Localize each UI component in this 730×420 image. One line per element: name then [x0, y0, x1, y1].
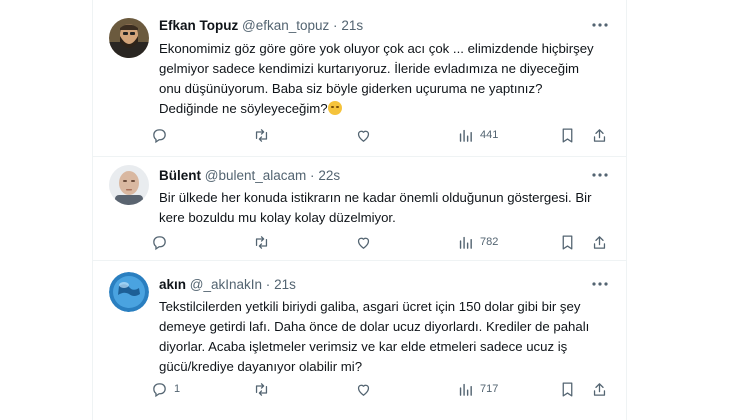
user-handle[interactable]: @bulent_alacam [205, 168, 307, 183]
reply-count: 1 [174, 383, 181, 395]
tweet-actions: 782 [151, 231, 616, 253]
tweet-text-line: demeye getirdi lafı. Daha önce de dolar … [159, 319, 590, 334]
share-button[interactable] [591, 124, 608, 146]
like-icon [357, 237, 370, 249]
like-button[interactable] [355, 378, 372, 400]
like-icon [357, 130, 370, 142]
bookmark-button[interactable] [559, 231, 576, 253]
retweet-button[interactable] [253, 378, 270, 400]
reply-button[interactable] [151, 231, 168, 253]
views-icon [459, 383, 472, 396]
more-icon[interactable] [590, 275, 610, 293]
retweet-icon [255, 382, 268, 396]
views-icon [459, 129, 472, 142]
separator: · [333, 18, 338, 33]
retweet-icon [255, 235, 268, 249]
globe-avatar-icon [109, 272, 149, 312]
tweet-text-line: kere bozuldu mu kolay kolay düzelmiyor. [159, 210, 396, 225]
share-icon [593, 235, 606, 249]
bookmark-button[interactable] [559, 378, 576, 400]
retweet-button[interactable] [253, 231, 270, 253]
tweet-text: Bir ülkede her konuda istikrarın ne kada… [159, 188, 604, 228]
timestamp[interactable]: 21s [341, 18, 363, 33]
reply-button[interactable]: 1 [151, 378, 180, 400]
bookmark-icon [562, 381, 573, 397]
avatar[interactable] [109, 165, 149, 205]
retweet-icon [255, 128, 268, 142]
user-handle[interactable]: @efkan_topuz [242, 18, 329, 33]
reply-button[interactable] [151, 124, 168, 146]
avatar[interactable] [109, 272, 149, 312]
bald-man-avatar-icon [109, 165, 149, 205]
tweet-text-line: gücü/krediye dayanıyor olabilir mi? [159, 359, 363, 374]
views-button[interactable]: 441 [457, 124, 498, 146]
reply-icon [153, 128, 166, 143]
display-name[interactable]: Bülent [159, 168, 201, 183]
tweet-bulent[interactable]: Bülent @bulent_alacam · 22s Bir ülkede h… [93, 157, 626, 261]
separator: · [265, 277, 271, 292]
timestamp[interactable]: 21s [274, 277, 296, 292]
views-count: 441 [480, 129, 499, 141]
tweet-text-line: gelmiyor sadece kendimizi kurtarıyoruz. … [159, 61, 579, 76]
like-icon [357, 384, 370, 396]
avatar[interactable] [109, 18, 149, 58]
pensive-face-emoji-icon [327, 101, 342, 115]
views-icon [459, 236, 472, 249]
bookmark-icon [562, 234, 573, 250]
tweet-header: Bülent @bulent_alacam · 22s [159, 167, 340, 185]
tweet-text-line: onu düşünüyorum. Baba siz böyle giderken… [159, 81, 543, 96]
bookmark-button[interactable] [559, 124, 576, 146]
share-button[interactable] [591, 231, 608, 253]
more-icon[interactable] [590, 166, 610, 184]
views-button[interactable]: 717 [457, 378, 498, 400]
display-name[interactable]: akın [159, 277, 186, 292]
display-name[interactable]: Efkan Topuz [159, 18, 238, 33]
share-icon [593, 382, 606, 396]
tweet-actions: 1 717 [151, 378, 616, 400]
user-handle[interactable]: @_akInakIn [190, 277, 262, 292]
separator: · [310, 168, 315, 183]
tweet-text-line: Dediğinde ne söyleyeceğim? [159, 101, 328, 116]
views-count: 782 [480, 236, 499, 248]
bearded-man-avatar-icon [109, 18, 149, 58]
bookmark-icon [562, 127, 573, 143]
tweet-text-line: Tekstilcilerden yetkili biriydi galiba, … [159, 299, 581, 314]
tweet-header: akın @_akInakIn · 21s [159, 276, 296, 294]
tweet-text-line: Bir ülkede her konuda istikrarın ne kada… [159, 190, 592, 205]
tweet-text: Tekstilcilerden yetkili biriydi galiba, … [159, 297, 604, 377]
tweet-header: Efkan Topuz @efkan_topuz · 21s [159, 17, 363, 35]
timestamp[interactable]: 22s [318, 168, 340, 183]
more-icon[interactable] [590, 16, 610, 34]
share-button[interactable] [591, 378, 608, 400]
tweet-actions: 441 [151, 124, 616, 146]
tweet-text-line: Ekonomimiz göz göre göre yok oluyor çok … [159, 41, 594, 56]
retweet-button[interactable] [253, 124, 270, 146]
tweet-text-line: diyorlar. Acaba işletmeler verimsiz ve k… [159, 339, 568, 354]
tweet-efkan-topuz[interactable]: Efkan Topuz @efkan_topuz · 21s Ekonomimi… [93, 2, 626, 157]
like-button[interactable] [355, 124, 372, 146]
tweet-text: Ekonomimiz göz göre göre yok oluyor çok … [159, 39, 604, 119]
views-button[interactable]: 782 [457, 231, 498, 253]
like-button[interactable] [355, 231, 372, 253]
reply-icon [153, 382, 166, 397]
reply-thread: Efkan Topuz @efkan_topuz · 21s Ekonomimi… [92, 0, 627, 420]
reply-icon [153, 235, 166, 250]
share-icon [593, 128, 606, 142]
views-count: 717 [480, 383, 499, 395]
tweet-akin[interactable]: akın @_akInakIn · 21s Tekstilcilerden ye… [93, 262, 626, 420]
